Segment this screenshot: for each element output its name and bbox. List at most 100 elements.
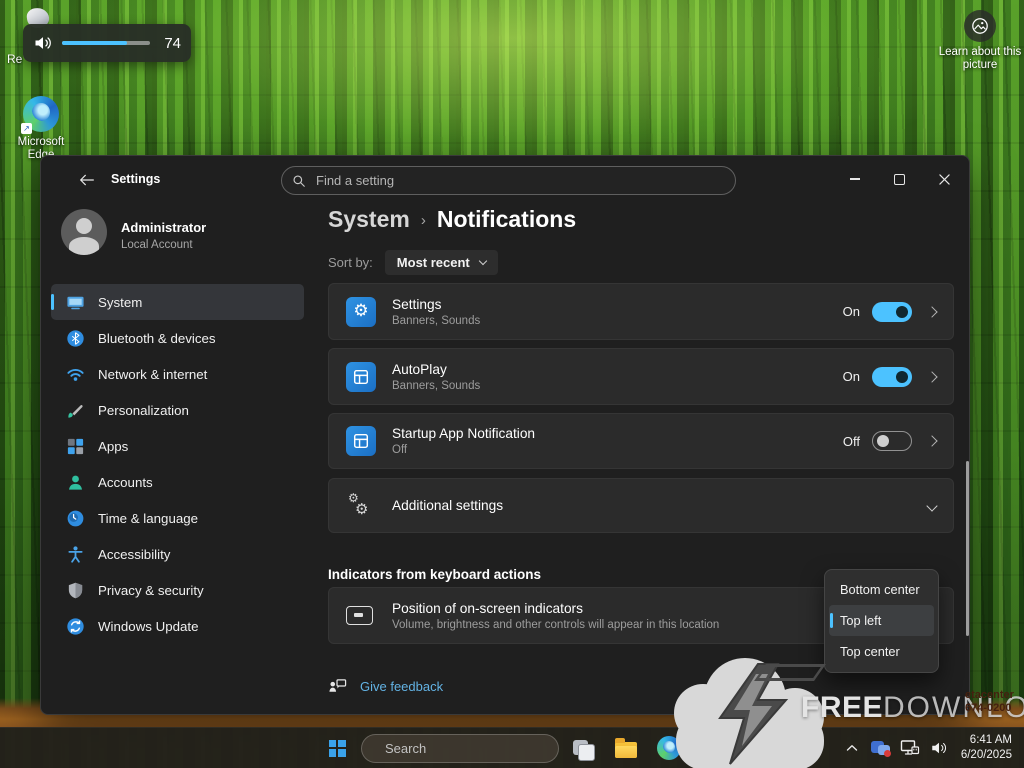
- settings-window: Settings Administrator Local Account: [40, 155, 970, 715]
- taskbar-search[interactable]: [361, 734, 559, 763]
- chat-icon: [871, 739, 891, 757]
- gears-icon: ⚙ ⚙: [346, 491, 376, 521]
- row-title: Startup App Notification: [392, 426, 843, 441]
- autoplay-app-icon: [346, 362, 376, 392]
- accessibility-icon: [66, 545, 85, 564]
- back-button[interactable]: [71, 166, 101, 194]
- toggle-state-label: On: [843, 369, 860, 384]
- window-grid-icon: [352, 368, 370, 386]
- learn-about-picture[interactable]: Learn about this picture: [930, 10, 1024, 72]
- maximize-button[interactable]: [877, 156, 922, 202]
- startup-app-icon: [346, 426, 376, 456]
- sort-label: Sort by:: [328, 255, 373, 270]
- edge-icon: ↗: [23, 96, 59, 132]
- row-subtitle: Banners, Sounds: [392, 380, 843, 392]
- watermark-logo-bar: [754, 664, 826, 681]
- taskbar-search-input[interactable]: [383, 740, 563, 757]
- additional-settings-row[interactable]: ⚙ ⚙ Additional settings: [328, 478, 954, 533]
- file-explorer-button[interactable]: [607, 732, 645, 765]
- autoplay-notifications-toggle[interactable]: [872, 367, 912, 387]
- settings-app-icon: ⚙: [346, 297, 376, 327]
- volume-flyout: 74: [23, 24, 191, 62]
- close-icon: [939, 174, 950, 185]
- sidebar-item-privacy[interactable]: Privacy & security: [51, 572, 304, 608]
- close-button[interactable]: [922, 156, 967, 202]
- sidebar-item-network[interactable]: Network & internet: [51, 356, 304, 392]
- volume-value: 74: [159, 35, 181, 52]
- apps-icon: [66, 437, 85, 456]
- toggle-state-label: On: [843, 304, 860, 319]
- sidebar-item-label: Privacy & security: [98, 583, 204, 598]
- scrollbar[interactable]: [966, 461, 969, 636]
- sort-dropdown[interactable]: Most recent: [385, 250, 498, 275]
- breadcrumb-parent[interactable]: System: [328, 206, 410, 233]
- sidebar-item-time-language[interactable]: Time & language: [51, 500, 304, 536]
- desktop-icon-edge[interactable]: ↗ Microsoft Edge: [8, 96, 74, 162]
- sidebar-item-apps[interactable]: Apps: [51, 428, 304, 464]
- taskbar-clock[interactable]: 6:41 AM 6/20/2025: [955, 733, 1020, 763]
- settings-notifications-toggle[interactable]: [872, 302, 912, 322]
- sidebar-item-label: Accessibility: [98, 547, 170, 562]
- menu-item-top-center[interactable]: Top center: [829, 636, 934, 667]
- menu-item-top-left[interactable]: Top left: [829, 605, 934, 636]
- picture-info-button[interactable]: [964, 10, 996, 42]
- notification-row-autoplay[interactable]: AutoPlay Banners, Sounds On: [328, 348, 954, 405]
- sidebar-item-windows-update[interactable]: Windows Update: [51, 608, 304, 644]
- minimize-button[interactable]: [832, 156, 877, 202]
- settings-search-box[interactable]: [281, 166, 736, 195]
- give-feedback-link[interactable]: Give feedback: [328, 678, 443, 694]
- notification-badge: [884, 750, 891, 757]
- window-controls: [832, 156, 967, 202]
- sidebar-nav: System Bluetooth & devices Network & int…: [51, 284, 304, 644]
- window-grid-icon: [352, 432, 370, 450]
- breadcrumb-separator: ›: [421, 210, 426, 229]
- page-title: Notifications: [437, 206, 576, 233]
- settings-search-input[interactable]: [314, 172, 725, 189]
- sidebar-item-label: Network & internet: [98, 367, 207, 382]
- startup-notifications-toggle[interactable]: [872, 431, 912, 451]
- person-icon: [66, 473, 85, 492]
- sidebar-item-label: Time & language: [98, 511, 198, 526]
- windows-logo-icon: [329, 740, 346, 757]
- user-name: Administrator: [121, 220, 206, 235]
- learn-about-label: Learn about this picture: [930, 46, 1024, 72]
- picture-icon: [971, 17, 989, 35]
- chevron-down-icon: [926, 500, 937, 511]
- sidebar-item-label: Apps: [98, 439, 128, 454]
- sidebar-item-accessibility[interactable]: Accessibility: [51, 536, 304, 572]
- start-button[interactable]: [318, 732, 356, 765]
- show-hidden-icons-button[interactable]: [839, 733, 865, 763]
- volume-slider[interactable]: [62, 41, 150, 45]
- sidebar-item-label: Bluetooth & devices: [98, 331, 216, 346]
- folder-icon: [615, 742, 637, 758]
- desktop: Re 74 ↗ Microsoft Edge Learn about this …: [0, 0, 1024, 768]
- task-view-button[interactable]: [564, 732, 602, 765]
- notification-row-settings[interactable]: ⚙ Settings Banners, Sounds On: [328, 283, 954, 340]
- toggle-state-label: Off: [843, 434, 860, 449]
- sidebar-item-accounts[interactable]: Accounts: [51, 464, 304, 500]
- row-title: Settings: [392, 297, 843, 312]
- breadcrumb: System › Notifications: [328, 206, 576, 233]
- minimize-icon: [850, 178, 860, 179]
- row-subtitle: Banners, Sounds: [392, 315, 843, 327]
- chat-tray-button[interactable]: [868, 733, 894, 763]
- volume-tray-button[interactable]: [926, 733, 952, 763]
- watermark-side-text: etacenter 674-0200: [965, 689, 1024, 715]
- sidebar-item-label: Windows Update: [98, 619, 199, 634]
- sidebar-item-system[interactable]: System: [51, 284, 304, 320]
- network-tray-button[interactable]: [897, 733, 923, 763]
- ethernet-icon: [900, 739, 920, 757]
- bluetooth-icon: [66, 329, 85, 348]
- notification-row-startup[interactable]: Startup App Notification Off Off: [328, 413, 954, 469]
- menu-item-bottom-center[interactable]: Bottom center: [829, 574, 934, 605]
- chevron-up-icon: [846, 744, 858, 752]
- update-icon: [66, 617, 85, 636]
- sort-value: Most recent: [397, 255, 470, 270]
- avatar[interactable]: [61, 209, 107, 255]
- sidebar-item-personalization[interactable]: Personalization: [51, 392, 304, 428]
- sidebar-item-label: System: [98, 295, 142, 310]
- wifi-icon: [66, 365, 85, 384]
- maximize-icon: [894, 174, 905, 185]
- sidebar-item-bluetooth[interactable]: Bluetooth & devices: [51, 320, 304, 356]
- recycle-bin-label: Re: [7, 52, 22, 66]
